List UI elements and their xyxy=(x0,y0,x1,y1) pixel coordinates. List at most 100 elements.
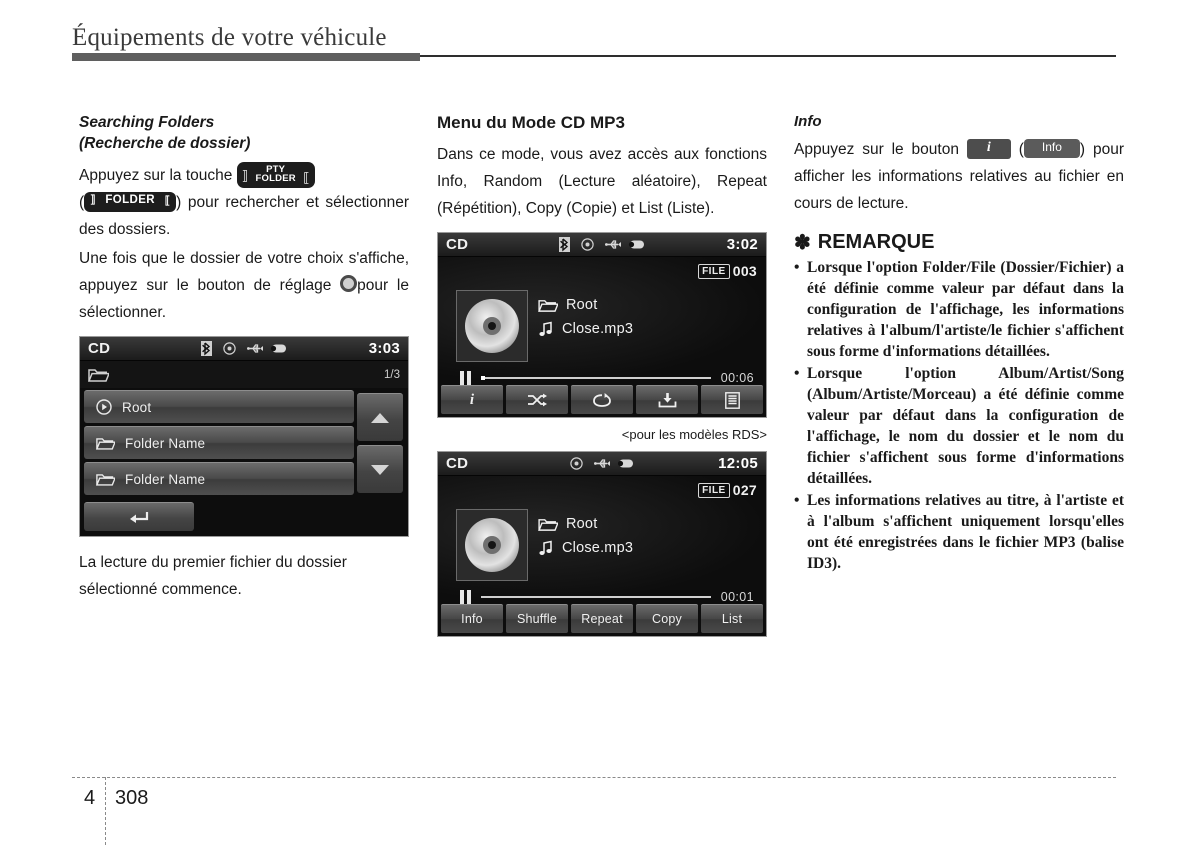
device-screen-player-rds: CD 3:02 FILE 003 Root Close.mp3 00:06 i xyxy=(437,232,767,418)
progress-track[interactable] xyxy=(481,596,711,598)
paragraph-text-info-a: Appuyez sur le bouton xyxy=(794,141,959,158)
shuffle-button[interactable]: Shuffle xyxy=(506,604,568,633)
chevron-up-icon: ⟦ xyxy=(303,169,310,185)
pause-icon xyxy=(460,590,471,604)
folder-hardkey-label: FOLDER xyxy=(105,193,156,206)
device-status-icons xyxy=(559,237,645,252)
repeat-button[interactable]: Repeat xyxy=(571,604,633,633)
section-heading-info: Info xyxy=(794,113,822,130)
cd-disc-icon xyxy=(465,518,519,572)
list-item[interactable]: Folder Name xyxy=(84,462,354,495)
info-softkey[interactable]: Info xyxy=(1023,139,1080,159)
play-circle-icon xyxy=(96,399,112,415)
chevron-up-icon: ⟦ xyxy=(164,194,171,207)
file-number: 003 xyxy=(732,263,757,279)
folder-icon xyxy=(96,436,115,451)
info-button[interactable]: i xyxy=(441,385,503,414)
copy-button[interactable]: Copy xyxy=(636,604,698,633)
device-status-bar: CD 12:05 xyxy=(438,452,766,476)
aux-icon xyxy=(616,459,634,468)
list-item-label: Folder Name xyxy=(125,435,206,451)
device-screen-folder-list: CD 3:03 1/3 Root Folder Name Folder Name xyxy=(79,336,409,537)
footer-divider-vertical xyxy=(105,777,106,845)
note-item: Les informations relatives au titre, à l… xyxy=(794,490,1124,574)
copy-button[interactable] xyxy=(636,385,698,414)
device-status-bar: CD 3:02 xyxy=(438,233,766,257)
section-heading-line1: Searching Folders xyxy=(79,114,215,131)
column-middle: Menu du Mode CD MP3 Dans ce mode, vous a… xyxy=(437,112,767,637)
paragraph-press-folder-key: Appuyez sur la touche ⟧ PTY FOLDER ⟦ ( ⟧… xyxy=(79,161,409,238)
folder-hardkey[interactable]: ⟧ FOLDER ⟦ xyxy=(84,191,177,212)
device-clock: 12:05 xyxy=(718,455,758,472)
note-heading-label: REMARQUE xyxy=(817,231,935,253)
paragraph-select-folder: Une fois que le dossier de votre choix s… xyxy=(79,245,409,326)
music-note-icon xyxy=(538,321,554,337)
paragraph-text-a: Appuyez sur la touche xyxy=(79,167,233,184)
tune-knob-icon xyxy=(340,275,358,293)
list-item[interactable]: Root xyxy=(84,390,354,423)
device-scrollbar[interactable] xyxy=(357,393,403,497)
file-name: Close.mp3 xyxy=(562,321,634,337)
back-arrow-icon xyxy=(127,509,151,525)
back-button[interactable] xyxy=(84,502,194,531)
pause-icon xyxy=(460,371,471,385)
shuffle-icon xyxy=(526,393,548,407)
column-left: Searching Folders (Recherche de dossier)… xyxy=(79,112,409,605)
file-line: Close.mp3 xyxy=(538,540,633,556)
list-item-label: Root xyxy=(122,399,152,415)
file-indicator: FILE 027 xyxy=(698,482,757,498)
device-player-body: FILE 027 Root Close.mp3 00:01 xyxy=(438,476,766,604)
folder-name: Root xyxy=(566,516,598,532)
track-metadata: Root Close.mp3 xyxy=(538,297,633,337)
album-art xyxy=(456,509,528,581)
aux-icon xyxy=(627,240,645,249)
list-button[interactable] xyxy=(701,385,763,414)
usb-icon xyxy=(594,458,611,469)
disc-icon xyxy=(570,457,583,470)
device-toolbar: i xyxy=(438,383,766,417)
device-clock: 3:03 xyxy=(368,340,400,357)
page-header: Équipements de votre véhicule xyxy=(72,24,1116,61)
scroll-up-button[interactable] xyxy=(357,393,403,441)
page-title: Équipements de votre véhicule xyxy=(72,24,387,51)
info-hardkey-label: i xyxy=(986,139,991,155)
header-rule-accent xyxy=(72,53,420,61)
page-footer: 4 308 xyxy=(0,759,1200,845)
note-item: Lorsque l'option Album/Artist/Song (Albu… xyxy=(794,363,1124,489)
track-metadata: Root Close.mp3 xyxy=(538,516,633,556)
device-player-body: FILE 003 Root Close.mp3 00:06 xyxy=(438,257,766,385)
info-button[interactable]: Info xyxy=(441,604,503,633)
section-heading-searching-folders: Searching Folders (Recherche de dossier) xyxy=(79,112,409,154)
paragraph-info-button: Appuyez sur le bouton i ( Info ) pour af… xyxy=(794,136,1124,217)
playback-progress[interactable]: 00:06 xyxy=(460,371,754,385)
folder-icon xyxy=(538,517,558,532)
file-tag-label: FILE xyxy=(698,482,730,498)
info-hardkey[interactable]: i xyxy=(966,138,1011,159)
playback-progress[interactable]: 00:01 xyxy=(460,590,754,604)
elapsed-time: 00:01 xyxy=(720,590,754,604)
bluetooth-icon xyxy=(559,237,570,252)
device-toolbar: Info Shuffle Repeat Copy List xyxy=(438,602,766,636)
list-button[interactable]: List xyxy=(701,604,763,633)
folder-icon xyxy=(88,367,109,383)
shuffle-button[interactable] xyxy=(506,385,568,414)
device-source-label: CD xyxy=(88,340,111,357)
paragraph-playback-starts: La lecture du premier fichier du dossier… xyxy=(79,554,347,598)
file-indicator: FILE 003 xyxy=(698,263,757,279)
list-item[interactable]: Folder Name xyxy=(84,426,354,459)
device-status-icons xyxy=(201,341,287,356)
section-heading-line2: (Recherche de dossier) xyxy=(79,135,251,152)
device-clock: 3:02 xyxy=(726,236,758,253)
scroll-down-button[interactable] xyxy=(357,445,403,493)
device-status-icons xyxy=(570,457,634,470)
disc-icon xyxy=(581,238,594,251)
progress-track[interactable] xyxy=(481,376,711,380)
repeat-button[interactable] xyxy=(571,385,633,414)
footer-divider-horizontal xyxy=(72,777,1116,778)
file-tag-label: FILE xyxy=(698,263,730,279)
progress-thumb[interactable] xyxy=(481,376,485,380)
folder-name: Root xyxy=(566,297,598,313)
pty-folder-hardkey[interactable]: ⟧ PTY FOLDER ⟦ xyxy=(236,161,315,188)
info-softkey-label: Info xyxy=(1041,140,1062,155)
section-heading-cd-mp3-menu: Menu du Mode CD MP3 xyxy=(437,113,625,132)
